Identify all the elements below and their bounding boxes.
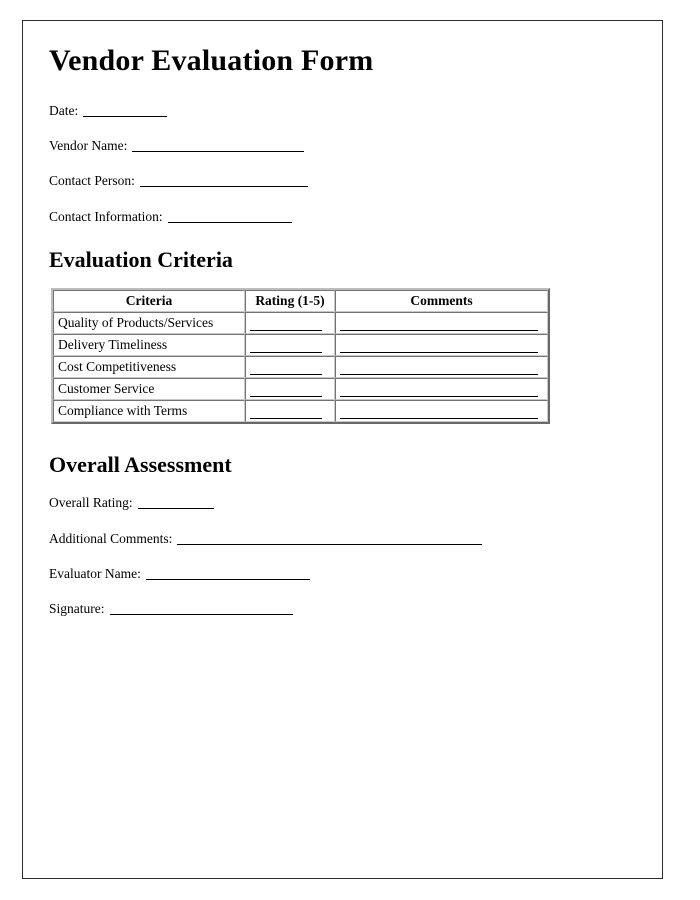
signature-field-blank[interactable] [109, 604, 293, 615]
vendor-name-field: Vendor Name: [49, 138, 642, 154]
overall-rating-field: Overall Rating: [49, 495, 642, 511]
signature-field: Signature: [49, 601, 642, 617]
comments-input-cell[interactable] [335, 334, 548, 357]
comments-blank[interactable] [340, 317, 538, 332]
date-field-blank[interactable] [83, 106, 168, 117]
contact-information-field: Contact Information: [49, 209, 642, 225]
page-content: Vendor Evaluation Form Date: Vendor Name:… [49, 44, 642, 636]
column-header-2: Comments [335, 290, 548, 313]
overall-rating-field-blank[interactable] [137, 498, 214, 510]
page-title: Vendor Evaluation Form [49, 44, 374, 77]
comments-input-cell[interactable] [335, 356, 548, 379]
additional-comments-field: Additional Comments: [49, 531, 642, 547]
comments-blank[interactable] [340, 361, 538, 376]
evaluator-name-field-label: Evaluator Name: [49, 565, 141, 581]
rating-input-cell[interactable] [245, 312, 335, 335]
table-header: Criteria Rating (1-5) Comments [53, 290, 548, 313]
assessment-fields-group: Overall Rating: Additional Comments: Evalu… [49, 495, 642, 617]
column-header-0: Criteria [53, 290, 245, 313]
date-field-label: Date: [49, 103, 79, 118]
evaluation-criteria-heading: Evaluation Criteria [49, 246, 233, 272]
contact-information-field-label: Contact Information: [49, 208, 163, 224]
table-row: Cost Competitiveness [53, 356, 548, 379]
column-header-1: Rating (1-5) [245, 290, 335, 313]
rating-input-cell[interactable] [245, 356, 335, 379]
overall-assessment-heading: Overall Assessment [49, 452, 232, 478]
page-frame: Vendor Evaluation Form Date: Vendor Name:… [22, 20, 663, 879]
criteria-label-cell: Compliance with Terms [53, 400, 245, 423]
contact-person-field: Contact Person: [49, 173, 642, 189]
rating-input-cell[interactable] [245, 334, 335, 357]
evaluation-criteria-table: Criteria Rating (1-5) Comments Quality of … [51, 288, 550, 425]
comments-blank[interactable] [340, 405, 538, 420]
evaluator-name-field-blank[interactable] [145, 569, 310, 580]
table-row: Delivery Timeliness [53, 334, 548, 357]
contact-information-field-blank[interactable] [167, 212, 292, 223]
comments-input-cell[interactable] [335, 378, 548, 401]
rating-blank[interactable] [250, 339, 322, 354]
criteria-label-cell: Quality of Products/Services [53, 312, 245, 335]
rating-input-cell[interactable] [245, 378, 335, 401]
additional-comments-field-blank[interactable] [177, 534, 483, 545]
comments-input-cell[interactable] [335, 400, 548, 423]
comments-input-cell[interactable] [335, 312, 548, 335]
contact-person-field-blank[interactable] [139, 176, 308, 188]
vendor-name-field-label: Vendor Name: [49, 138, 128, 154]
date-field: Date: [49, 103, 642, 119]
overall-rating-field-label: Overall Rating: [49, 495, 133, 511]
table-body: Quality of Products/Services Delivery Tim… [53, 312, 548, 423]
rating-blank[interactable] [250, 317, 322, 332]
comments-blank[interactable] [340, 383, 538, 398]
evaluator-name-field: Evaluator Name: [49, 566, 642, 582]
table-row: Compliance with Terms [53, 400, 548, 423]
table-row: Customer Service [53, 378, 548, 401]
comments-blank[interactable] [340, 339, 538, 354]
vendor-name-field-blank[interactable] [132, 141, 305, 153]
criteria-label-cell: Customer Service [53, 378, 245, 401]
criteria-label-cell: Cost Competitiveness [53, 356, 245, 379]
table-row: Quality of Products/Services [53, 312, 548, 335]
contact-person-field-label: Contact Person: [49, 173, 135, 189]
rating-blank[interactable] [250, 405, 322, 420]
rating-blank[interactable] [250, 361, 322, 376]
rating-blank[interactable] [250, 383, 322, 398]
rating-input-cell[interactable] [245, 400, 335, 423]
additional-comments-field-label: Additional Comments: [49, 530, 173, 546]
criteria-label-cell: Delivery Timeliness [53, 334, 245, 357]
table-header-row: Criteria Rating (1-5) Comments [53, 290, 548, 313]
signature-field-label: Signature: [49, 600, 105, 616]
header-fields-group: Date: Vendor Name: Contact Person: Contact … [49, 103, 642, 225]
